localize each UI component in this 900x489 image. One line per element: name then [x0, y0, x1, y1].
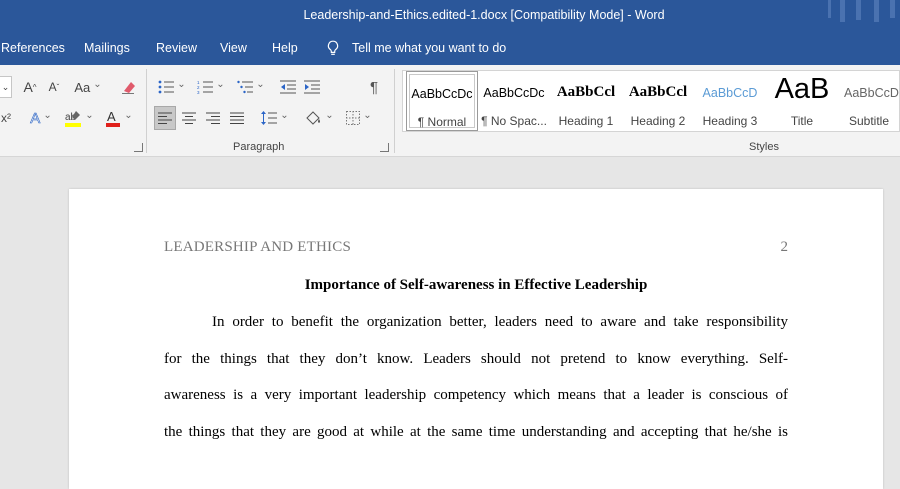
align-left-icon[interactable] — [154, 106, 176, 130]
style-preview: AaBbCcDc — [483, 86, 545, 100]
window-title: Leadership-and-Ethics.edited-1.docx [Com… — [303, 8, 665, 22]
shading-icon[interactable] — [302, 107, 336, 129]
font-size-increase-icon[interactable]: A ^ — [20, 76, 40, 98]
style-heading-3[interactable]: AaBbCcD Heading 3 — [694, 71, 766, 131]
document-page[interactable]: LEADERSHIP AND ETHICS 2 Importance of Se… — [69, 189, 883, 489]
body-text-line: awareness is a very important leadership… — [164, 387, 788, 403]
tab-mailings[interactable]: Mailings — [84, 41, 130, 55]
font-size-dropdown[interactable]: ⌄ — [0, 76, 12, 98]
svg-text:3: 3 — [197, 90, 200, 94]
line-spacing-icon[interactable] — [258, 107, 292, 129]
highlight-icon[interactable]: ab — [62, 107, 96, 129]
style-preview: AaBbCcl — [628, 84, 688, 100]
justify-icon[interactable] — [227, 107, 247, 129]
style-label: ¶ No Spac... — [481, 114, 547, 128]
style-heading-2[interactable]: AaBbCcl Heading 2 — [622, 71, 694, 131]
group-separator — [394, 69, 395, 153]
style-preview: AaBbCcD — [844, 86, 899, 100]
style-label: Heading 2 — [630, 114, 686, 128]
change-case-icon[interactable]: Aa — [72, 76, 104, 98]
style-preview: AaB — [774, 73, 830, 105]
font-color-icon[interactable]: A — [102, 107, 136, 129]
style-label: Subtitle — [848, 114, 890, 128]
center-icon[interactable] — [179, 107, 199, 129]
ribbon-tabs: References Mailings Review View Help Tel… — [0, 32, 900, 65]
group-separator — [146, 69, 147, 153]
style-label: Heading 1 — [558, 114, 614, 128]
body-text-line: for the things that they don’t know. Lea… — [164, 351, 788, 367]
title-bar-decoration-icon — [828, 0, 895, 22]
clear-formatting-icon[interactable] — [118, 76, 138, 98]
body-text-line: the things that they are good at while a… — [164, 424, 788, 440]
subscript-icon[interactable]: x² — [0, 107, 12, 129]
tab-view[interactable]: View — [220, 41, 247, 55]
lightbulb-icon — [327, 40, 339, 55]
document-area[interactable]: LEADERSHIP AND ETHICS 2 Importance of Se… — [0, 158, 900, 489]
borders-icon[interactable] — [342, 107, 376, 129]
running-header: LEADERSHIP AND ETHICS — [164, 239, 351, 255]
font-dialog-launcher[interactable] — [134, 143, 143, 152]
decrease-indent-icon[interactable] — [278, 76, 298, 98]
style-subtitle[interactable]: AaBbCcD Subtitle — [838, 71, 900, 131]
bullets-icon[interactable] — [156, 76, 188, 98]
page-number: 2 — [780, 239, 789, 255]
show-formatting-marks-icon[interactable]: ¶ — [364, 76, 384, 98]
tab-help[interactable]: Help — [272, 41, 298, 55]
align-right-icon[interactable] — [203, 107, 223, 129]
style-no-spacing[interactable]: AaBbCcDc ¶ No Spac... — [478, 71, 550, 131]
styles-gallery: AaBbCcDc ¶ Normal AaBbCcDc ¶ No Spac... … — [402, 70, 900, 132]
style-preview: AaBbCcDc — [411, 87, 473, 101]
ribbon: ⌄ A^ Aˇ Aa x² A ab A 123 ¶ — [0, 65, 900, 157]
title-bar: Leadership-and-Ethics.edited-1.docx [Com… — [0, 0, 900, 32]
svg-text:A: A — [107, 109, 116, 124]
style-label: ¶ Normal — [417, 115, 467, 129]
body-text-line: In order to benefit the organization bet… — [212, 314, 788, 330]
tab-references[interactable]: References — [1, 41, 65, 55]
style-title[interactable]: AaB Title — [766, 71, 838, 131]
text-effects-icon[interactable]: A — [26, 107, 56, 129]
style-preview: AaBbCcl — [556, 84, 616, 100]
numbering-icon[interactable]: 123 — [194, 76, 228, 98]
style-label: Title — [790, 114, 814, 128]
style-heading-1[interactable]: AaBbCcl Heading 1 — [550, 71, 622, 131]
paragraph-group-label: Paragraph — [233, 141, 285, 153]
style-preview: AaBbCcD — [702, 86, 758, 100]
increase-indent-icon[interactable] — [302, 76, 322, 98]
font-size-decrease-icon[interactable]: Aˇ — [44, 76, 64, 98]
styles-group-label: Styles — [749, 141, 779, 153]
document-title: Importance of Self-awareness in Effectiv… — [304, 277, 648, 293]
style-label: Heading 3 — [702, 114, 758, 128]
multilevel-list-icon[interactable] — [234, 76, 268, 98]
style-normal[interactable]: AaBbCcDc ¶ Normal — [406, 71, 478, 131]
tab-review[interactable]: Review — [156, 41, 197, 55]
tell-me-search[interactable]: Tell me what you want to do — [352, 41, 506, 55]
paragraph-dialog-launcher[interactable] — [380, 143, 389, 152]
